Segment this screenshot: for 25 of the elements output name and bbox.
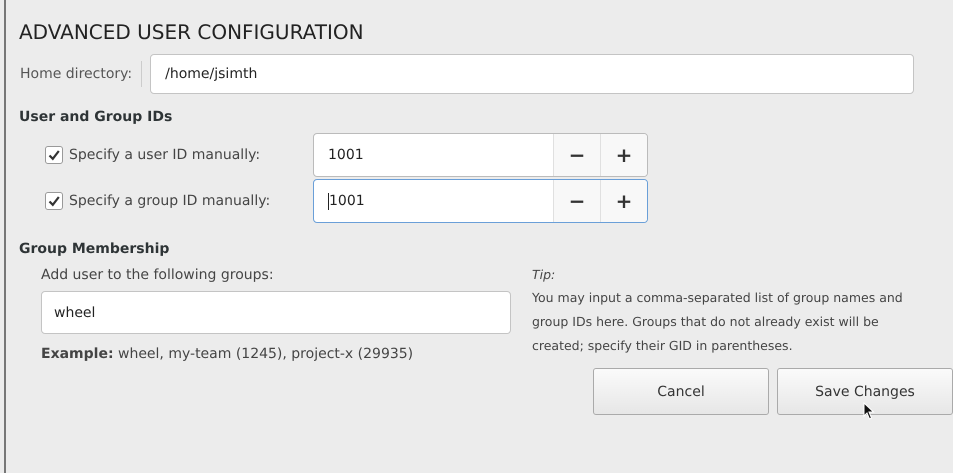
- dialog-title: ADVANCED USER CONFIGURATION: [19, 20, 365, 44]
- checkbox[interactable]: [45, 192, 63, 210]
- groups-label: Add user to the following groups:: [41, 267, 275, 283]
- cancel-button[interactable]: Cancel: [593, 368, 769, 415]
- spinner-value: 1001: [327, 192, 366, 212]
- groups-field[interactable]: wheel: [41, 291, 511, 334]
- example-text: Example: wheel, my-team (1245), project-x (29935): [41, 346, 414, 362]
- number-spinner[interactable]: 1001 − +: [313, 133, 648, 177]
- spinner-value: 1001: [327, 146, 365, 165]
- home-directory-field[interactable]: /home/jsimth: [150, 54, 914, 94]
- checkbox-label: Specify a user ID manually:: [69, 147, 262, 163]
- home-directory-label: Home directory:: [19, 61, 142, 87]
- increment-button[interactable]: +: [600, 134, 647, 176]
- checkbox[interactable]: [45, 146, 63, 164]
- number-spinner[interactable]: 1001 − +: [313, 179, 648, 223]
- decrement-button[interactable]: −: [553, 134, 600, 176]
- tip-title: Tip:: [532, 267, 556, 282]
- decrement-button[interactable]: −: [553, 180, 600, 222]
- increment-button[interactable]: +: [600, 180, 647, 222]
- section-heading: Group Membership: [19, 241, 170, 257]
- mouse-pointer-icon: [863, 402, 875, 420]
- section-heading: User and Group IDs: [19, 109, 174, 125]
- checkbox-label: Specify a group ID manually:: [69, 193, 272, 209]
- tip-text: You may input a comma-separated list of group names and group IDs here. Groups that do not already exist will be created; specify their GID in parentheses.: [532, 289, 904, 355]
- save-button[interactable]: Save Changes: [777, 368, 953, 415]
